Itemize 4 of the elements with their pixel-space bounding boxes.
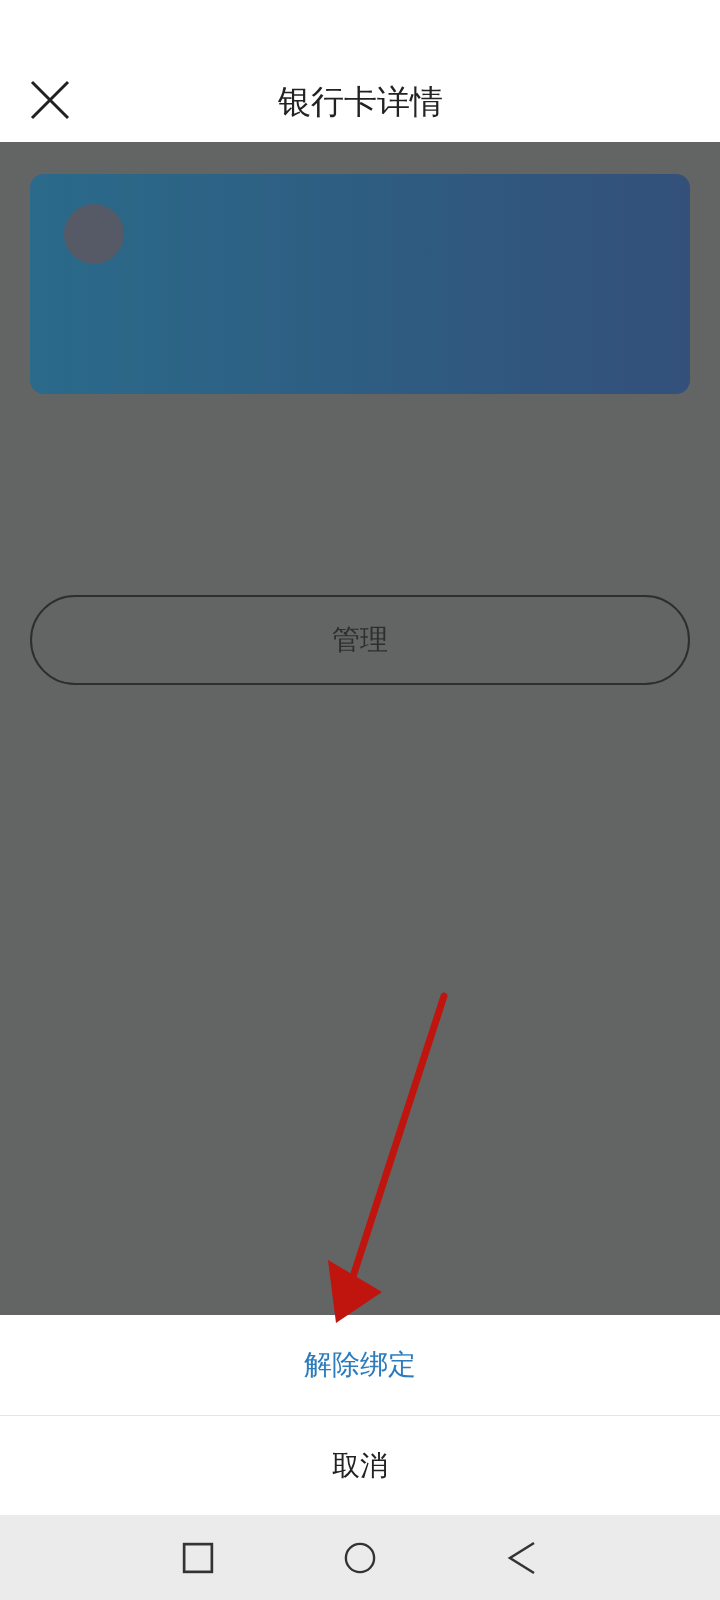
recent-apps-icon[interactable] [182,1540,214,1575]
page-title: 银行卡详情 [277,80,443,123]
close-icon[interactable] [30,80,70,120]
home-icon[interactable] [344,1540,376,1575]
